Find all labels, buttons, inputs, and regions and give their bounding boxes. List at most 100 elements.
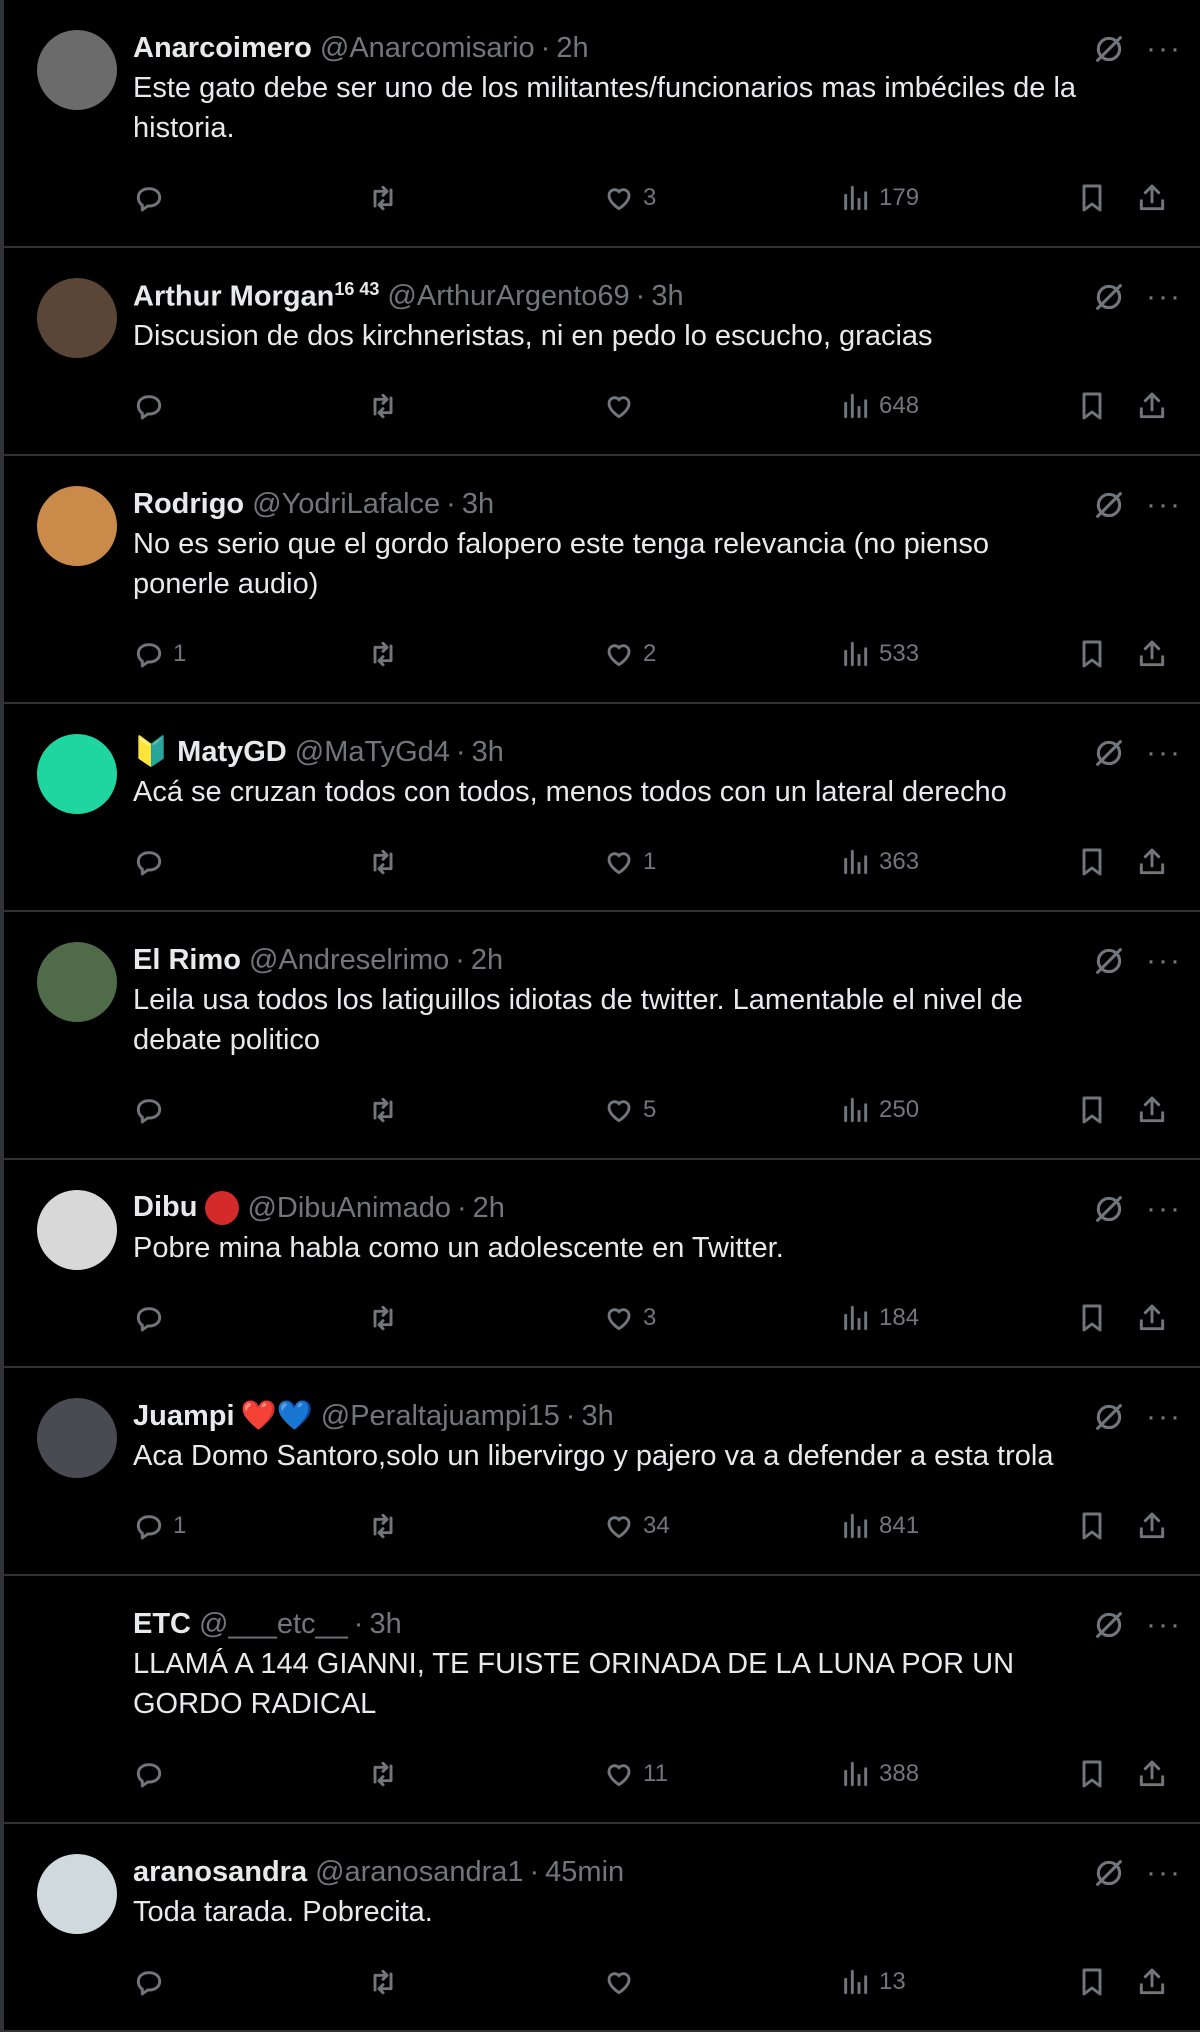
- retweet-button[interactable]: [367, 1966, 407, 1998]
- reply-button[interactable]: [133, 182, 173, 214]
- retweet-button[interactable]: [367, 846, 407, 878]
- avatar[interactable]: [37, 1398, 117, 1478]
- bookmark-button[interactable]: [1076, 1302, 1108, 1334]
- avatar[interactable]: [37, 30, 117, 110]
- reply-button[interactable]: [133, 1966, 173, 1998]
- tweet[interactable]: ··· Juampi ❤️💙 @Peraltajuampi15 · 3h Aca …: [4, 1368, 1200, 1576]
- avatar[interactable]: [37, 1606, 117, 1686]
- views-button[interactable]: 388: [839, 1758, 919, 1790]
- tweet[interactable]: ··· Rodrigo @YodriLafalce · 3h No es ser…: [4, 456, 1200, 704]
- reply-button[interactable]: 1: [133, 638, 186, 670]
- retweet-button[interactable]: [367, 638, 407, 670]
- views-button[interactable]: 184: [839, 1302, 919, 1334]
- avatar[interactable]: [37, 1190, 117, 1270]
- user-handle[interactable]: @Andreselrimo: [249, 944, 449, 977]
- timestamp[interactable]: 3h: [369, 1608, 401, 1641]
- retweet-button[interactable]: [367, 1510, 407, 1542]
- like-button[interactable]: 3: [603, 1302, 656, 1334]
- tweet[interactable]: ··· El Rimo @Andreselrimo · 2h Leila usa…: [4, 912, 1200, 1160]
- like-button[interactable]: [603, 1966, 643, 1998]
- timestamp[interactable]: 2h: [471, 944, 503, 977]
- timestamp[interactable]: 45min: [545, 1856, 624, 1889]
- share-button[interactable]: [1136, 1510, 1168, 1542]
- views-button[interactable]: 13: [839, 1966, 906, 1998]
- user-handle[interactable]: @DibuAnimado: [247, 1192, 451, 1225]
- share-button[interactable]: [1136, 182, 1168, 214]
- reply-button[interactable]: 1: [133, 1510, 186, 1542]
- tweet[interactable]: ··· ETC @___etc__ · 3h LLAMÁ A 144 GIANN…: [4, 1576, 1200, 1824]
- user-handle[interactable]: @Peraltajuampi15: [321, 1400, 560, 1433]
- user-handle[interactable]: @Anarcomisario: [320, 32, 535, 65]
- views-button[interactable]: 841: [839, 1510, 919, 1542]
- more-icon[interactable]: ···: [1146, 280, 1182, 314]
- display-name[interactable]: Juampi ❤️💙: [133, 1399, 313, 1433]
- tweet[interactable]: ··· aranosandra @aranosandra1 · 45min To…: [4, 1824, 1200, 2032]
- reply-button[interactable]: [133, 1758, 173, 1790]
- share-button[interactable]: [1136, 390, 1168, 422]
- grok-icon[interactable]: [1092, 1400, 1126, 1434]
- grok-icon[interactable]: [1092, 488, 1126, 522]
- timestamp[interactable]: 3h: [472, 736, 504, 769]
- like-button[interactable]: 2: [603, 638, 656, 670]
- tweet[interactable]: ··· Anarcoimero @Anarcomisario · 2h Este…: [4, 0, 1200, 248]
- retweet-button[interactable]: [367, 1094, 407, 1126]
- bookmark-button[interactable]: [1076, 1510, 1108, 1542]
- tweet[interactable]: ··· Dibu @DibuAnimado · 2h Pobre mina ha…: [4, 1160, 1200, 1368]
- like-button[interactable]: 5: [603, 1094, 656, 1126]
- more-icon[interactable]: ···: [1146, 1400, 1182, 1434]
- grok-icon[interactable]: [1092, 1608, 1126, 1642]
- reply-button[interactable]: [133, 1302, 173, 1334]
- bookmark-button[interactable]: [1076, 1094, 1108, 1126]
- views-button[interactable]: 648: [839, 390, 919, 422]
- bookmark-button[interactable]: [1076, 846, 1108, 878]
- display-name[interactable]: Anarcoimero: [133, 32, 312, 65]
- retweet-button[interactable]: [367, 1758, 407, 1790]
- tweet[interactable]: ··· Arthur Morgan16 43 @ArthurArgento69 …: [4, 248, 1200, 456]
- retweet-button[interactable]: [367, 390, 407, 422]
- more-icon[interactable]: ···: [1146, 1608, 1182, 1642]
- bookmark-button[interactable]: [1076, 390, 1108, 422]
- reply-button[interactable]: [133, 1094, 173, 1126]
- timestamp[interactable]: 2h: [556, 32, 588, 65]
- grok-icon[interactable]: [1092, 1856, 1126, 1890]
- more-icon[interactable]: ···: [1146, 488, 1182, 522]
- share-button[interactable]: [1136, 1302, 1168, 1334]
- retweet-button[interactable]: [367, 1302, 407, 1334]
- more-icon[interactable]: ···: [1146, 1192, 1182, 1226]
- grok-icon[interactable]: [1092, 944, 1126, 978]
- grok-icon[interactable]: [1092, 1192, 1126, 1226]
- display-name[interactable]: El Rimo: [133, 944, 241, 977]
- like-button[interactable]: 3: [603, 182, 656, 214]
- reply-button[interactable]: [133, 846, 173, 878]
- avatar[interactable]: [37, 734, 117, 814]
- more-icon[interactable]: ···: [1146, 32, 1182, 66]
- user-handle[interactable]: @ArthurArgento69: [387, 280, 629, 313]
- views-button[interactable]: 533: [839, 638, 919, 670]
- display-name[interactable]: ETC: [133, 1608, 191, 1641]
- share-button[interactable]: [1136, 1966, 1168, 1998]
- more-icon[interactable]: ···: [1146, 944, 1182, 978]
- retweet-button[interactable]: [367, 182, 407, 214]
- timestamp[interactable]: 2h: [473, 1192, 505, 1225]
- grok-icon[interactable]: [1092, 280, 1126, 314]
- display-name[interactable]: Arthur Morgan16 43: [133, 279, 379, 314]
- share-button[interactable]: [1136, 1758, 1168, 1790]
- share-button[interactable]: [1136, 638, 1168, 670]
- bookmark-button[interactable]: [1076, 638, 1108, 670]
- bookmark-button[interactable]: [1076, 182, 1108, 214]
- bookmark-button[interactable]: [1076, 1758, 1108, 1790]
- display-name[interactable]: Dibu: [133, 1191, 240, 1226]
- avatar[interactable]: [37, 486, 117, 566]
- views-button[interactable]: 250: [839, 1094, 919, 1126]
- tweet[interactable]: ··· 🔰 MatyGD @MaTyGd4 · 3h Acá se cruzan…: [4, 704, 1200, 912]
- avatar[interactable]: [37, 942, 117, 1022]
- avatar[interactable]: [37, 278, 117, 358]
- like-button[interactable]: [603, 390, 643, 422]
- views-button[interactable]: 179: [839, 182, 919, 214]
- like-button[interactable]: 1: [603, 846, 656, 878]
- avatar[interactable]: [37, 1854, 117, 1934]
- user-handle[interactable]: @___etc__: [199, 1608, 348, 1641]
- like-button[interactable]: 11: [603, 1758, 668, 1790]
- grok-icon[interactable]: [1092, 32, 1126, 66]
- timestamp[interactable]: 3h: [462, 488, 494, 521]
